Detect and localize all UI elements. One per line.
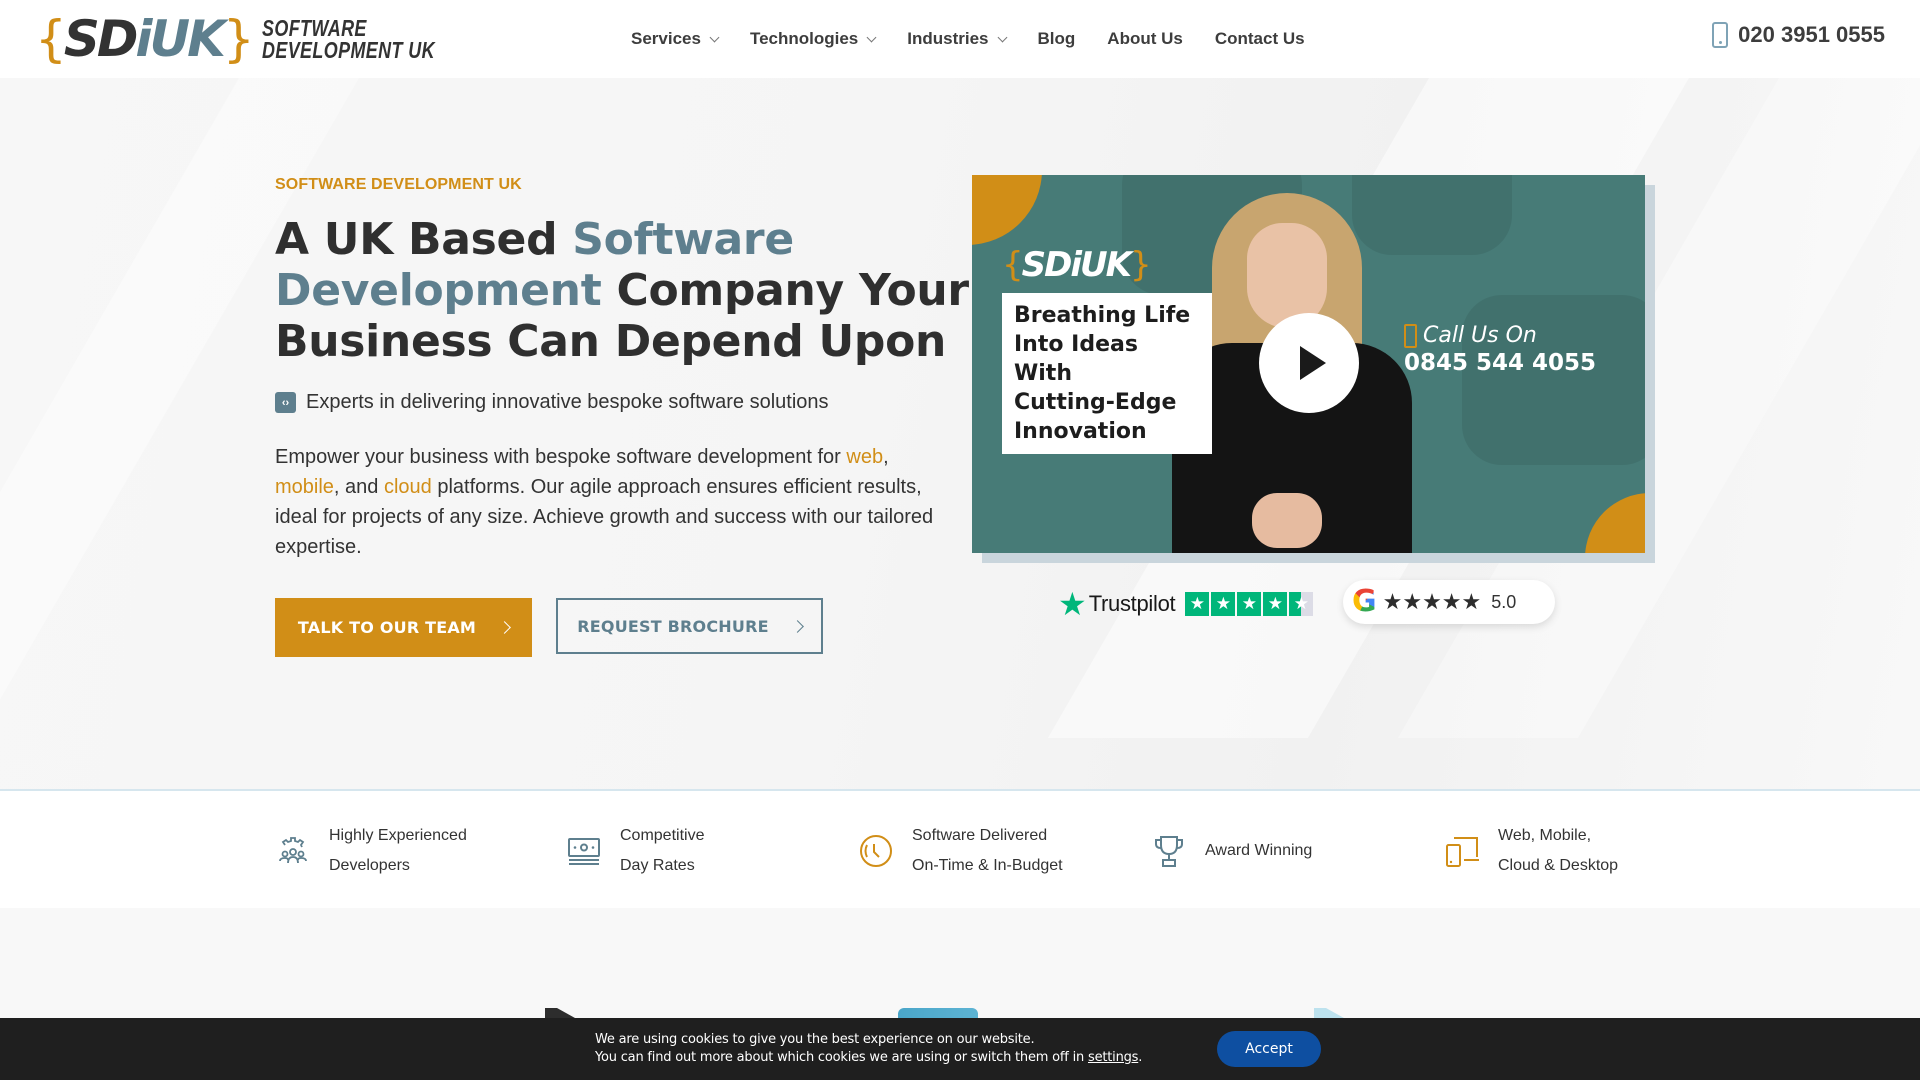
trustpilot-star-icon: ★ — [1237, 592, 1262, 616]
feature-item: Software Delivered On-Time & In-Budget — [858, 827, 1063, 875]
trustpilot-star-icon: ★ — [1185, 592, 1210, 616]
intro-video-thumbnail[interactable]: {SDiUK} Breathing Life Into Ideas With C… — [972, 175, 1645, 553]
play-icon — [1300, 346, 1326, 380]
hero-eyebrow: SOFTWARE DEVELOPMENT UK — [275, 176, 522, 193]
video-logo: {SDiUK} — [1002, 245, 1152, 285]
talk-to-our-team-button[interactable]: TALK TO OUR TEAM — [275, 598, 532, 657]
cookie-settings-link[interactable]: settings — [1088, 1050, 1138, 1065]
money-bill-icon — [568, 838, 600, 865]
chevron-down-icon — [997, 32, 1007, 43]
site-logo[interactable]: {SDiUK} SOFTWARE DEVELOPMENT UK — [35, 14, 483, 64]
nav-technologies[interactable]: Technologies — [750, 29, 877, 49]
site-header: {SDiUK} SOFTWARE DEVELOPMENT UK Services… — [0, 0, 1920, 78]
cookie-message: We are using cookies to give you the bes… — [595, 1032, 1143, 1065]
link-cloud[interactable]: cloud — [384, 476, 432, 498]
features-strip: Highly Experienced Developers Competitiv… — [0, 791, 1920, 908]
feature-item: Highly Experienced Developers — [275, 827, 467, 875]
partial-image — [1314, 1008, 1344, 1018]
accept-cookies-button[interactable]: Accept — [1217, 1031, 1321, 1067]
code-brackets-icon: ‹› — [275, 392, 296, 413]
logo-wordmark: SOFTWARE DEVELOPMENT UK — [261, 15, 435, 63]
chevron-right-icon — [790, 619, 804, 633]
trustpilot-star-icon: ★ — [1211, 592, 1236, 616]
trustpilot-star-icon: ★ — [1263, 592, 1288, 616]
hero-description: Empower your business with bespoke softw… — [275, 446, 934, 558]
hero-section: SOFTWARE DEVELOPMENT UK A UK Based Softw… — [0, 78, 1920, 789]
gold-corner — [972, 175, 1042, 245]
clock-icon — [860, 835, 892, 867]
trophy-icon — [1155, 836, 1183, 867]
feature-item: Web, Mobile, Cloud & Desktop — [1444, 827, 1618, 875]
chevron-right-icon — [498, 621, 511, 634]
background-shape — [1462, 295, 1645, 465]
trustpilot-stars: ★ ★ ★ ★ ★ — [1185, 592, 1315, 616]
main-nav: Services Technologies Industries Blog Ab… — [631, 24, 1337, 54]
partial-image — [545, 1008, 575, 1018]
trustpilot-star-icon: ★ — [1289, 592, 1314, 616]
google-logo-icon: G — [1352, 584, 1377, 619]
nav-contact-us[interactable]: Contact Us — [1215, 29, 1305, 49]
feature-item: Award Winning — [1151, 827, 1312, 875]
chevron-down-icon — [709, 32, 720, 43]
header-phone-link[interactable]: 020 3951 0555 — [1712, 22, 1885, 48]
nav-blog[interactable]: Blog — [1038, 29, 1076, 49]
trustpilot-star-icon: ★ — [1058, 586, 1087, 622]
request-brochure-button[interactable]: REQUEST BROCHURE — [556, 598, 823, 654]
mobile-phone-icon — [1712, 22, 1729, 48]
partial-image — [898, 1008, 978, 1018]
nav-industries[interactable]: Industries — [907, 29, 1007, 49]
trustpilot-rating[interactable]: ★ Trustpilot ★ ★ ★ ★ ★ — [1058, 586, 1315, 622]
hero-tagline: ‹› Experts in delivering innovative besp… — [275, 391, 829, 414]
play-button[interactable] — [1259, 313, 1359, 413]
video-call-info: Call Us On 0845 544 4055 — [1404, 323, 1597, 376]
feature-item: Competitive Day Rates — [566, 827, 704, 875]
google-stars: ★★★★★ — [1382, 589, 1482, 614]
chevron-down-icon — [866, 32, 877, 43]
video-caption: Breathing Life Into Ideas With Cutting-E… — [1002, 293, 1212, 454]
gold-corner — [1585, 493, 1645, 553]
nav-services[interactable]: Services — [631, 29, 720, 49]
logo-mark: {SDiUK} — [35, 10, 255, 68]
mobile-phone-icon — [1404, 323, 1417, 348]
developers-gear-icon — [279, 837, 307, 864]
hero-title: A UK Based Software Development Company … — [275, 214, 969, 367]
link-mobile[interactable]: mobile — [275, 476, 334, 498]
devices-icon — [1446, 837, 1479, 867]
link-web[interactable]: web — [846, 446, 883, 468]
nav-about-us[interactable]: About Us — [1107, 29, 1183, 49]
cookie-consent-bar: We are using cookies to give you the bes… — [0, 1018, 1920, 1080]
google-rating[interactable]: G ★★★★★ 5.0 — [1343, 580, 1555, 624]
